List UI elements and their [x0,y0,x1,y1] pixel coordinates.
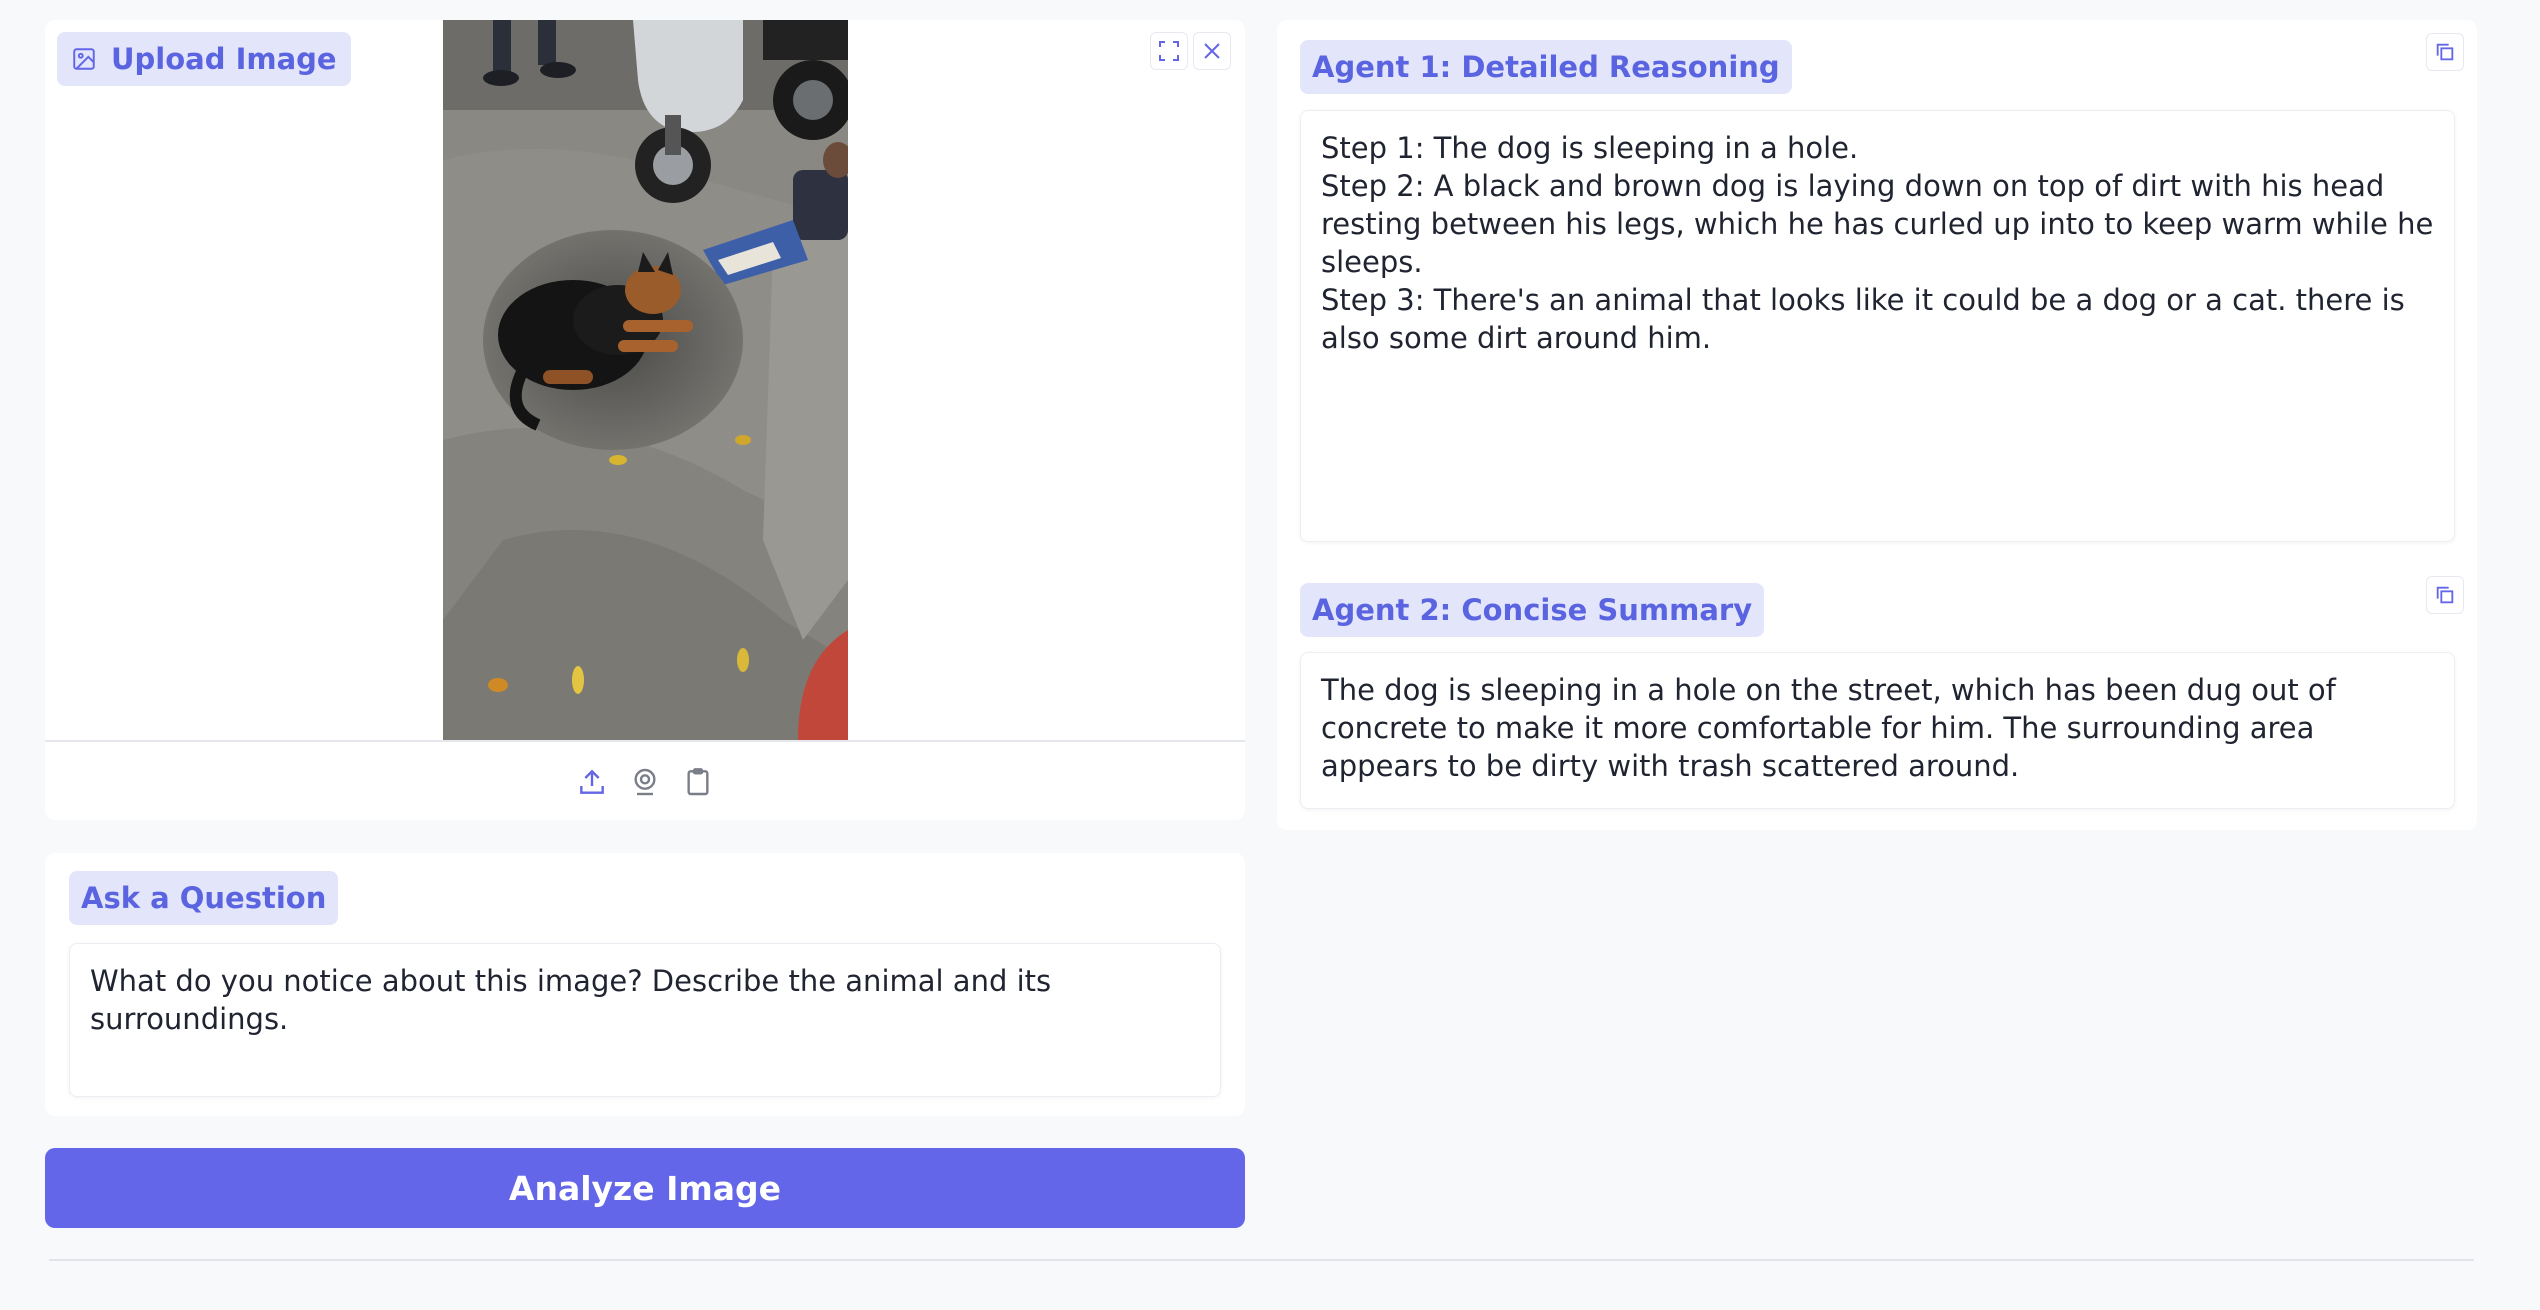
fullscreen-button[interactable] [1150,32,1188,70]
agent2-copy-button[interactable] [2426,576,2464,614]
ask-question-label: Ask a Question [69,871,339,925]
close-icon [1204,43,1220,59]
agent2-label: Agent 2: Concise Summary [1300,583,1765,637]
copy-icon [2436,43,2454,61]
analyze-image-label: Analyze Image [508,1168,782,1208]
upload-icon [580,769,604,794]
footer-divider [49,1259,2474,1261]
upload-divider [45,740,1245,742]
analyze-image-button[interactable]: Analyze Image [45,1148,1245,1228]
upload-source-button[interactable] [574,764,610,800]
agent2-output: The dog is sleeping in a hole on the str… [1300,652,2455,809]
webcam-source-button[interactable] [627,764,663,800]
agent1-output: Step 1: The dog is sleeping in a hole. S… [1300,110,2455,542]
image-icon [73,48,95,70]
clipboard-source-button[interactable] [680,764,716,800]
webcam-icon [634,768,656,796]
question-input[interactable]: What do you notice about this image? Des… [69,943,1221,1097]
copy-icon [2436,586,2454,604]
clipboard-icon [687,768,709,796]
upload-image-label-text: Upload Image [111,42,337,76]
upload-image-label: Upload Image [57,32,351,86]
dog-photo [443,20,848,740]
uploaded-image[interactable] [443,20,848,740]
agent1-copy-button[interactable] [2426,33,2464,71]
fullscreen-icon [1159,41,1179,61]
agent1-label: Agent 1: Detailed Reasoning [1300,40,1792,94]
close-image-button[interactable] [1193,32,1231,70]
